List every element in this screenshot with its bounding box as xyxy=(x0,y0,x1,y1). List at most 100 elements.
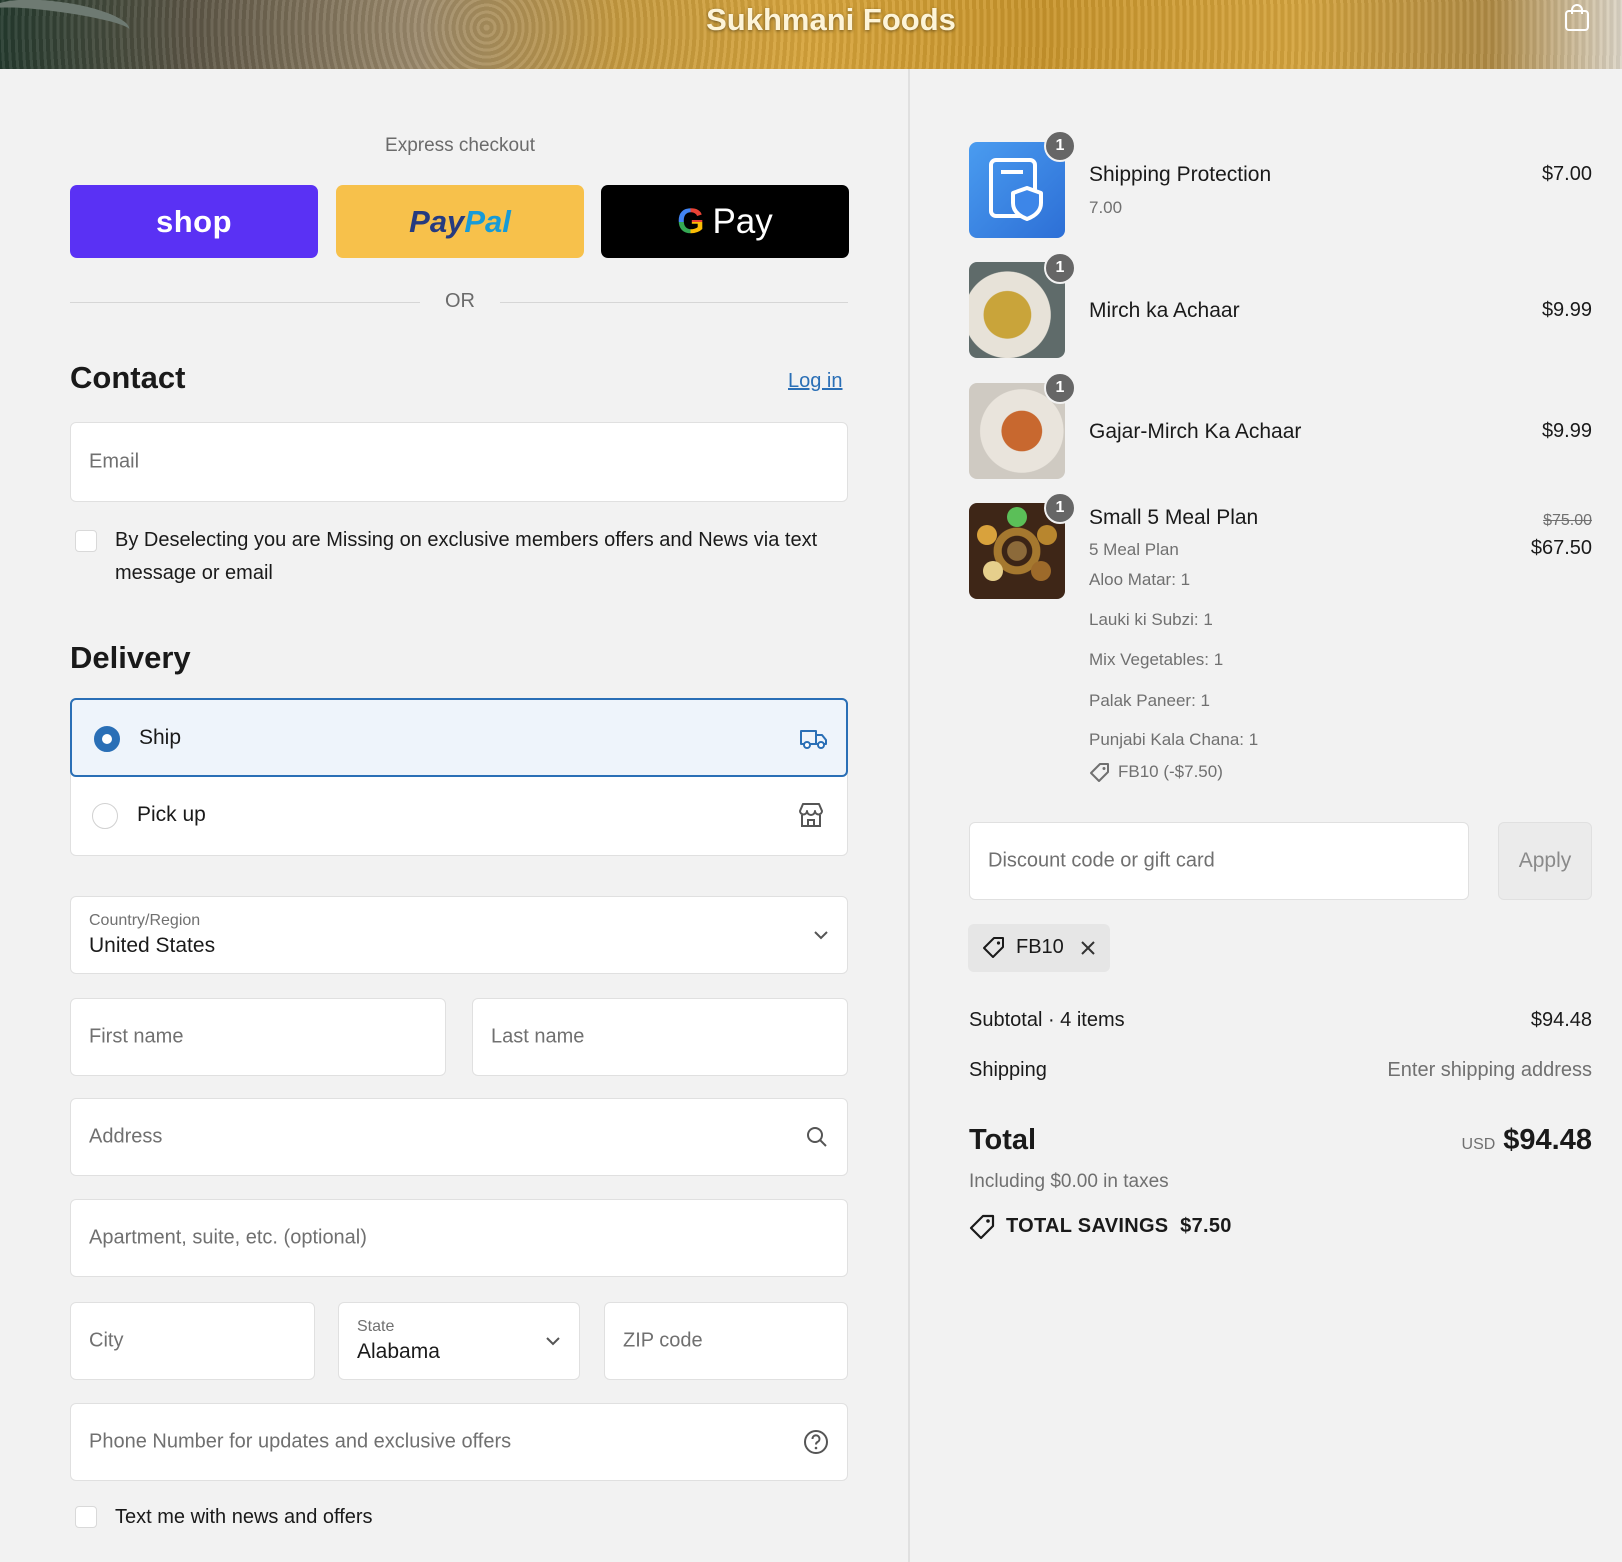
item-detail: Palak Paneer: 1 xyxy=(1089,691,1210,710)
subtotal-value: $94.48 xyxy=(1530,1009,1592,1031)
delivery-heading: Delivery xyxy=(70,640,191,675)
item-detail: Aloo Matar: 1 xyxy=(1089,570,1191,589)
apartment-field[interactable]: Apartment, suite, etc. (optional) xyxy=(70,1199,848,1277)
total-amount: USD $94.48 xyxy=(1350,1124,1592,1157)
marketing-consent-checkbox[interactable] xyxy=(75,530,97,552)
total-value: $94.48 xyxy=(1503,1124,1592,1156)
shop-pay-label: shop xyxy=(155,203,233,239)
or-divider-text: OR xyxy=(445,290,475,312)
last-name-placeholder: Last name xyxy=(491,1025,585,1048)
city-field[interactable]: City xyxy=(70,1302,315,1380)
item-discount: FB10 (-$7.50) xyxy=(1118,762,1223,781)
applied-discount-chip: FB10 xyxy=(968,924,1110,972)
contact-heading: Contact xyxy=(70,360,186,395)
subtotal-label: Subtotal · 4 items xyxy=(969,1009,1125,1031)
currency-code: USD xyxy=(1461,1136,1496,1153)
search-icon xyxy=(807,1127,827,1147)
taxes-note: Including $0.00 in taxes xyxy=(969,1171,1169,1192)
express-checkout-label: Express checkout xyxy=(385,135,535,156)
apply-label: Apply xyxy=(1518,849,1572,872)
phone-field[interactable]: Phone Number for updates and exclusive o… xyxy=(70,1403,848,1481)
item-price: $67.50 xyxy=(1530,537,1592,559)
savings-tag-icon xyxy=(969,1214,995,1240)
total-label: Total xyxy=(969,1124,1037,1156)
text-offers-checkbox[interactable] xyxy=(75,1506,97,1528)
paypal-label-pay: Pay xyxy=(409,203,465,239)
store-brand[interactable]: Sukhmani Foods xyxy=(0,2,1622,38)
or-divider-right xyxy=(500,302,848,303)
shop-pay-button[interactable]: shop xyxy=(70,185,318,258)
discount-code-input[interactable]: Discount code or gift card xyxy=(969,822,1469,900)
item-name: Small 5 Meal Plan xyxy=(1089,506,1259,529)
apartment-placeholder: Apartment, suite, etc. (optional) xyxy=(89,1226,367,1249)
or-divider-left xyxy=(70,302,420,303)
shipping-value: Enter shipping address xyxy=(1387,1059,1592,1081)
item-quantity-badge: 1 xyxy=(1044,252,1076,284)
login-link[interactable]: Log in xyxy=(788,370,843,393)
text-offers-label: Text me with news and offers xyxy=(115,1506,373,1528)
country-select[interactable]: Country/Region United States xyxy=(70,896,848,974)
savings-value: $7.50 xyxy=(1180,1215,1232,1237)
marketing-consent-text: By Deselecting you are Missing on exclus… xyxy=(115,529,818,584)
store-header: Sukhmani Foods xyxy=(0,0,1622,69)
shipping-label: Shipping xyxy=(969,1059,1047,1081)
close-icon[interactable] xyxy=(1079,939,1097,957)
google-pay-button[interactable]: G Pay xyxy=(601,185,849,258)
first-name-placeholder: First name xyxy=(89,1025,184,1048)
total-savings: TOTAL SAVINGS $7.50 xyxy=(1006,1215,1232,1238)
item-detail: Mix Vegetables: 1 xyxy=(1089,650,1224,669)
discount-placeholder: Discount code or gift card xyxy=(988,849,1215,872)
item-variant: 7.00 xyxy=(1089,198,1123,217)
item-price: $7.00 xyxy=(1541,163,1592,185)
paypal-button[interactable]: Pay Pal xyxy=(336,185,584,258)
first-name-field[interactable]: First name xyxy=(70,998,446,1076)
delivery-option-ship[interactable]: Ship xyxy=(70,698,848,777)
state-select[interactable]: State Alabama xyxy=(338,1302,580,1380)
item-original-price: $75.00 xyxy=(1543,512,1592,529)
google-g-icon: G xyxy=(677,201,705,241)
item-quantity-badge: 1 xyxy=(1044,492,1076,524)
state-value: Alabama xyxy=(357,1340,440,1363)
chevron-down-icon xyxy=(814,931,828,940)
paypal-label-pal: Pal xyxy=(464,203,511,239)
item-variant: 5 Meal Plan xyxy=(1089,540,1179,559)
item-name: Mirch ka Achaar xyxy=(1089,299,1240,322)
savings-label: TOTAL SAVINGS xyxy=(1006,1215,1169,1237)
column-divider xyxy=(908,69,910,1562)
delivery-option-pickup[interactable]: Pick up xyxy=(70,777,848,856)
shopping-bag-icon[interactable] xyxy=(1562,2,1592,32)
item-detail: Punjabi Kala Chana: 1 xyxy=(1089,730,1259,749)
item-quantity-badge: 1 xyxy=(1044,130,1076,162)
item-detail: Lauki ki Subzi: 1 xyxy=(1089,610,1213,629)
applied-code-label: FB10 xyxy=(1016,936,1064,958)
country-label: Country/Region xyxy=(89,912,201,929)
zip-placeholder: ZIP code xyxy=(623,1329,703,1352)
address-field[interactable]: Address xyxy=(70,1098,848,1176)
item-quantity-badge: 1 xyxy=(1044,372,1076,404)
apply-discount-button[interactable]: Apply xyxy=(1498,822,1592,900)
item-name: Shipping Protection xyxy=(1089,163,1272,186)
country-value: United States xyxy=(89,934,216,957)
email-placeholder: Email xyxy=(89,450,140,473)
ship-radio[interactable] xyxy=(94,726,120,752)
last-name-field[interactable]: Last name xyxy=(472,998,848,1076)
tag-icon xyxy=(983,937,1004,958)
email-field[interactable]: Email xyxy=(70,422,848,502)
pickup-radio[interactable] xyxy=(92,803,118,829)
item-price: $9.99 xyxy=(1541,420,1592,442)
store-icon xyxy=(799,803,823,827)
google-pay-label: Pay xyxy=(712,201,773,241)
ship-label: Ship xyxy=(139,726,182,749)
shield-document-icon xyxy=(989,158,1043,221)
tag-icon xyxy=(1090,763,1109,782)
chevron-down-icon xyxy=(546,1337,560,1346)
zip-field[interactable]: ZIP code xyxy=(604,1302,848,1380)
item-name: Gajar-Mirch Ka Achaar xyxy=(1089,420,1302,443)
help-circle-icon[interactable] xyxy=(803,1429,829,1455)
address-placeholder: Address xyxy=(89,1125,163,1148)
item-price: $9.99 xyxy=(1541,299,1592,321)
truck-icon xyxy=(800,730,827,749)
pickup-label: Pick up xyxy=(137,803,206,826)
state-label: State xyxy=(357,1318,395,1335)
city-placeholder: City xyxy=(89,1329,124,1352)
